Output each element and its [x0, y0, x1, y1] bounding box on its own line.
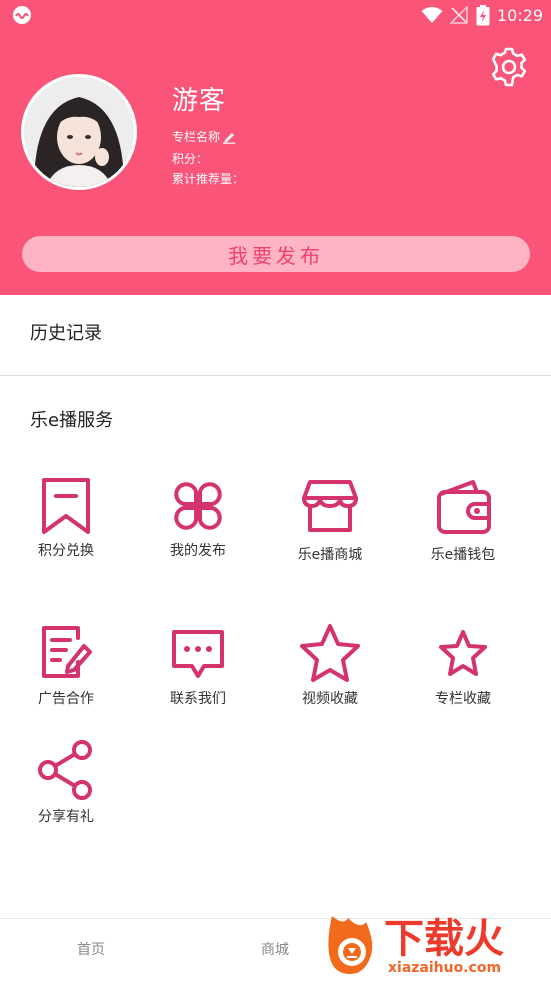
- profile-header: 10:29 游客 专栏名称 积分： 累计推荐量： 我要发布: [0, 0, 551, 295]
- publish-button[interactable]: 我要发布: [22, 236, 530, 272]
- star-outline-icon: [300, 624, 360, 682]
- cumulative-recommend-label: 累计推荐量：: [172, 172, 245, 186]
- watermark-logo: 下载火 xiazaihuo.com: [326, 908, 548, 978]
- service-item-label: 积分兑换: [38, 543, 94, 559]
- message-icon: [172, 630, 224, 678]
- column-name-label: 专栏名称: [172, 130, 221, 144]
- bookmark-icon: [42, 478, 90, 534]
- service-item-label: 分享有礼: [38, 809, 94, 825]
- nav-tab-mall[interactable]: 商城: [215, 919, 335, 981]
- status-bar: 10:29: [0, 0, 551, 32]
- battery-icon: [476, 5, 490, 26]
- grid-icon: [174, 482, 222, 530]
- service-item-points-exchange[interactable]: 积分兑换: [0, 470, 132, 580]
- service-item-label: 联系我们: [170, 691, 226, 707]
- services-section-title: 乐e播服务: [30, 410, 114, 431]
- section-divider: [0, 375, 551, 376]
- service-item-label: 我的发布: [170, 543, 226, 559]
- service-item-shop[interactable]: 乐e播商城: [264, 470, 396, 580]
- wallet-icon: [437, 480, 491, 534]
- star-outline-icon: [439, 630, 487, 676]
- share-icon: [38, 740, 92, 800]
- nav-tab-home[interactable]: 首页: [31, 919, 151, 981]
- app-notification-icon: [13, 6, 31, 24]
- username: 游客: [172, 86, 227, 116]
- watermark-brand: 下载火: [384, 916, 504, 962]
- service-item-label: 乐e播钱包: [430, 547, 496, 563]
- service-item-label: 专栏收藏: [435, 691, 491, 707]
- column-name-row: 专栏名称: [172, 128, 236, 145]
- settings-gear-icon[interactable]: [488, 46, 530, 88]
- shop-icon: [302, 480, 358, 532]
- wifi-icon: [421, 7, 443, 23]
- points-label: 积分：: [172, 152, 209, 166]
- service-item-label: 乐e播商城: [297, 547, 363, 563]
- avatar-photo: [24, 77, 134, 187]
- service-item-share-gift[interactable]: 分享有礼: [0, 736, 132, 846]
- service-item-my-publish[interactable]: 我的发布: [132, 470, 264, 580]
- publish-button-label: 我要发布: [228, 243, 324, 268]
- nav-tab-label: 首页: [77, 942, 105, 958]
- avatar[interactable]: [21, 74, 137, 190]
- service-item-ad-cooperation[interactable]: 广告合作: [0, 618, 132, 728]
- edit-document-icon: [42, 626, 92, 678]
- flame-logo-icon: 下载火 xiazaihuo.com: [328, 916, 504, 976]
- watermark-url: xiazaihuo.com: [388, 960, 501, 976]
- service-item-column-favorites[interactable]: 专栏收藏: [397, 618, 529, 728]
- signal-icon: [450, 6, 468, 24]
- service-item-wallet[interactable]: 乐e播钱包: [397, 470, 529, 580]
- service-item-label: 视频收藏: [302, 691, 358, 707]
- service-item-contact-us[interactable]: 联系我们: [132, 618, 264, 728]
- nav-tab-label: 商城: [261, 942, 289, 958]
- service-item-label: 广告合作: [38, 691, 94, 707]
- service-item-video-favorites[interactable]: 视频收藏: [264, 618, 396, 728]
- status-time: 10:29: [497, 6, 544, 25]
- edit-pencil-icon[interactable]: [222, 130, 236, 144]
- history-record-label: 历史记录: [30, 323, 102, 344]
- history-record-row[interactable]: 历史记录: [0, 295, 551, 375]
